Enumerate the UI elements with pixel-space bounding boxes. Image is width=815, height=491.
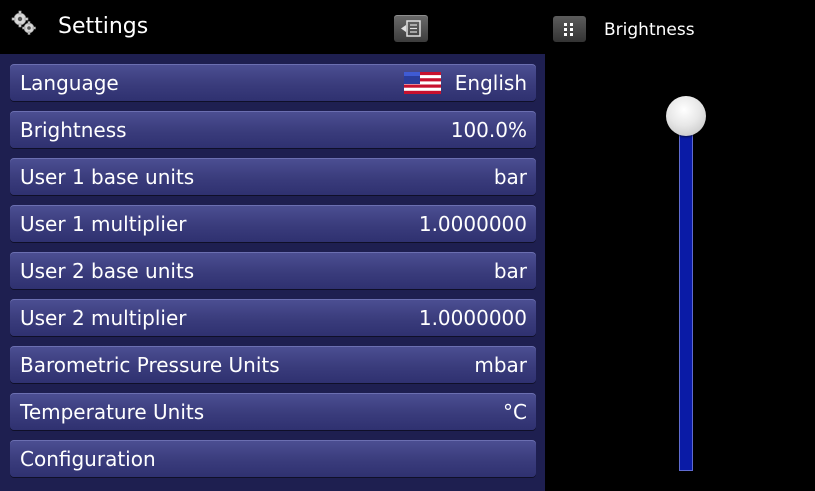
setting-user2-base-units[interactable]: User 2 base units bar [10, 252, 536, 289]
setting-label: Language [20, 71, 119, 95]
setting-user1-multiplier[interactable]: User 1 multiplier 1.0000000 [10, 205, 536, 242]
setting-value: English [454, 71, 527, 95]
setting-user2-multiplier[interactable]: User 2 multiplier 1.0000000 [10, 299, 536, 336]
slider-track[interactable] [679, 106, 693, 471]
back-button[interactable] [394, 15, 428, 42]
setting-language[interactable]: Language English [10, 64, 536, 101]
header: Settings [0, 0, 545, 54]
setting-label: Brightness [20, 118, 127, 142]
setting-label: Configuration [20, 447, 156, 471]
setting-value: 1.0000000 [418, 306, 527, 330]
setting-configuration[interactable]: Configuration [10, 440, 536, 477]
slider-thumb[interactable] [666, 96, 706, 136]
setting-temperature-units[interactable]: Temperature Units °C [10, 393, 536, 430]
setting-label: Temperature Units [20, 400, 205, 424]
setting-value: mbar [474, 353, 527, 377]
menu-button[interactable] [553, 16, 586, 42]
back-icon [401, 20, 421, 37]
setting-label: User 2 multiplier [20, 306, 187, 330]
setting-label: Barometric Pressure Units [20, 353, 280, 377]
setting-user1-base-units[interactable]: User 1 base units bar [10, 158, 536, 195]
setting-value: 100.0% [450, 118, 527, 142]
setting-value: bar [493, 165, 527, 189]
gear-icon [11, 10, 37, 36]
setting-label: User 2 base units [20, 259, 195, 283]
settings-list: Language English Brightness 100.0% User … [0, 54, 545, 491]
setting-barometric-pressure-units[interactable]: Barometric Pressure Units mbar [10, 346, 536, 383]
us-flag-icon [404, 72, 441, 94]
setting-value: 1.0000000 [418, 212, 527, 236]
grid-menu-icon [564, 23, 573, 36]
setting-value: bar [493, 259, 527, 283]
page-title: Settings [58, 14, 149, 39]
side-panel-title: Brightness [604, 20, 695, 40]
side-panel-header: Brightness [545, 0, 815, 54]
brightness-slider[interactable] [666, 70, 720, 480]
setting-label: User 1 base units [20, 165, 195, 189]
setting-label: User 1 multiplier [20, 212, 187, 236]
setting-brightness[interactable]: Brightness 100.0% [10, 111, 536, 148]
setting-value: °C [503, 400, 527, 424]
